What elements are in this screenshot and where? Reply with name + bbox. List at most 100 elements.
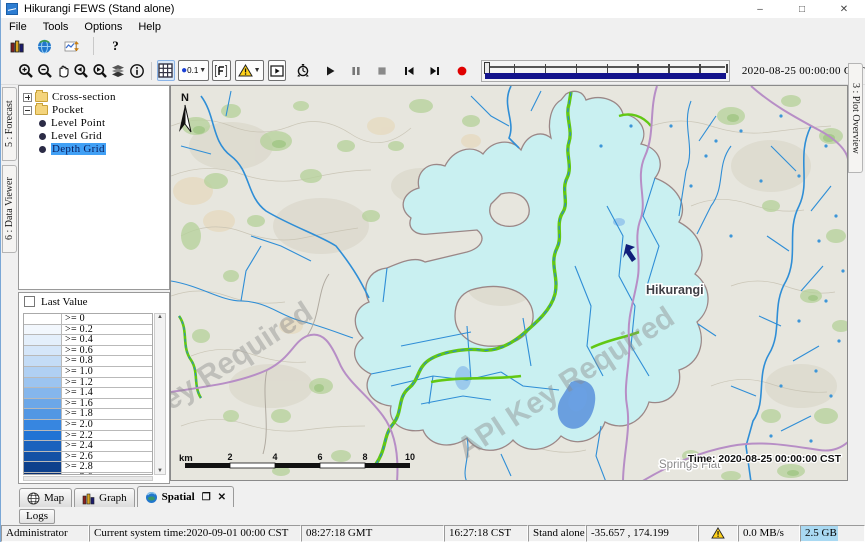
tab-data-viewer[interactable]: 6 : Data Viewer [2, 165, 17, 253]
legend-swatch [24, 335, 62, 345]
left-tab-strip: 5 : Forecast 6 : Data Viewer [1, 85, 18, 485]
maximize-button[interactable]: □ [781, 0, 823, 18]
warning-icon [711, 527, 725, 539]
title-bar: Hikurangi FEWS (Stand alone) – □ ✕ [1, 0, 865, 18]
label-hikurangi: Hikurangi [646, 283, 704, 297]
status-mode: Stand alone [528, 525, 586, 542]
status-warning-cell[interactable] [698, 525, 738, 542]
status-local-time: 16:27:18 CST [444, 525, 528, 542]
pause-icon[interactable] [347, 60, 365, 81]
tree-item-pocket[interactable]: Pocket [23, 104, 169, 116]
tab-spatial[interactable]: Spatial ❐ ✕ [137, 486, 234, 507]
animate-display-icon[interactable] [268, 60, 286, 81]
help-icon[interactable]: ? [105, 36, 126, 57]
legend-swatch [24, 325, 62, 335]
legend-swatch [24, 356, 62, 366]
legend-swatch [24, 409, 62, 419]
folder-icon [35, 92, 48, 102]
menu-file[interactable]: File [1, 20, 35, 34]
expand-icon[interactable] [23, 93, 32, 102]
folder-icon [35, 105, 48, 115]
grid-toggle-icon[interactable] [157, 60, 175, 81]
scalar-chart-icon[interactable] [61, 36, 82, 57]
layer-tree-panel: Cross-section Pocket Level Point Level G… [18, 85, 170, 290]
legend-scrollbar[interactable]: ▲▼ [154, 313, 166, 475]
close-button[interactable]: ✕ [823, 0, 865, 18]
legend-swatch [24, 452, 62, 462]
logs-button[interactable]: Logs [19, 509, 55, 524]
blue-globe-icon [145, 491, 158, 504]
map-toolbar: ●0.1▼ ▼ [1, 57, 865, 85]
animation-settings-icon[interactable] [294, 60, 312, 81]
legend-swatch [24, 399, 62, 409]
tree-item-level-grid[interactable]: Level Grid [23, 130, 169, 142]
app-icon [6, 3, 18, 15]
tab-plot-overview[interactable]: 3 : Plot Overview [848, 63, 863, 173]
window-title: Hikurangi FEWS (Stand alone) [24, 3, 174, 15]
tree-item-level-point[interactable]: Level Point [23, 117, 169, 129]
zoom-out-icon[interactable] [35, 60, 53, 81]
application-window: Hikurangi FEWS (Stand alone) – □ ✕ File … [0, 0, 865, 542]
svg-text:N: N [181, 92, 189, 104]
current-time-label: 2020-08-25 00:00:00 CST [742, 65, 865, 77]
status-download-rate: 0.0 MB/s [738, 525, 800, 542]
close-panel-icon[interactable]: ✕ [218, 492, 226, 503]
undock-panel-icon[interactable]: ❐ [202, 492, 211, 503]
step-end-icon[interactable] [426, 60, 444, 81]
status-system-time: Current system time:2020-09-01 00:00 CST [89, 525, 301, 542]
collapse-icon[interactable] [23, 106, 32, 115]
svg-text:8: 8 [362, 452, 367, 462]
info-icon[interactable] [127, 60, 145, 81]
threshold-dropdown[interactable]: ●0.1▼ [178, 60, 209, 81]
legend-swatch [24, 462, 62, 472]
svg-text:10: 10 [405, 452, 415, 462]
node-bullet-icon [39, 146, 46, 153]
menu-bar: File Tools Options Help [1, 18, 865, 35]
right-tab-strip: 3 : Plot Overview [848, 63, 865, 485]
time-slider-range-bar [485, 73, 726, 79]
menu-help[interactable]: Help [130, 20, 169, 34]
legend-swatch [24, 314, 62, 324]
menu-options[interactable]: Options [76, 20, 130, 34]
status-memory: 2.5 GB [800, 525, 865, 542]
status-user: Administrator [1, 525, 89, 542]
svg-text:4: 4 [272, 452, 277, 462]
legend-swatch [24, 473, 62, 475]
legend-swatch [24, 346, 62, 356]
node-bullet-icon [39, 133, 46, 140]
legend-swatch [24, 378, 62, 388]
tab-map[interactable]: Map [19, 488, 72, 507]
warning-dropdown[interactable]: ▼ [235, 60, 264, 81]
minimize-button[interactable]: – [739, 0, 781, 18]
zoom-in-icon[interactable] [17, 60, 35, 81]
tab-graph[interactable]: Graph [74, 488, 135, 507]
zoom-next-icon[interactable] [91, 60, 109, 81]
legend-table: >= 0 >= 0.2 >= 0.4 >= 0.6 >= 0.8 >= 1.0 … [23, 313, 153, 475]
tree-item-cross-section[interactable]: Cross-section [23, 91, 169, 103]
last-value-checkbox[interactable] [24, 296, 35, 307]
map-canvas[interactable]: API Key Required API Key Required Hikura… [170, 85, 848, 481]
main-toolbar: ? [1, 35, 865, 57]
record-icon[interactable] [452, 60, 470, 81]
svg-text:km: km [179, 453, 193, 464]
time-slider[interactable] [481, 60, 730, 82]
svg-text:6: 6 [317, 452, 322, 462]
legend-swatch [24, 388, 62, 398]
pan-hand-icon[interactable] [54, 60, 72, 81]
zoom-previous-icon[interactable] [72, 60, 90, 81]
menu-tools[interactable]: Tools [35, 20, 77, 34]
flags-icon[interactable] [212, 60, 230, 81]
tab-forecast[interactable]: 5 : Forecast [2, 87, 17, 161]
bottom-tab-bar: Map Graph Spatial ❐ ✕ [1, 485, 865, 507]
globe-icon[interactable] [34, 36, 55, 57]
tree-item-depth-grid[interactable]: Depth Grid [23, 143, 169, 155]
step-start-icon[interactable] [400, 60, 418, 81]
stop-icon[interactable] [373, 60, 391, 81]
bar-chart-icon [82, 492, 95, 505]
layers-icon[interactable] [109, 60, 127, 81]
database-icon[interactable] [7, 36, 28, 57]
legend-hscrollbar[interactable] [23, 476, 153, 481]
status-bar: Administrator Current system time:2020-0… [1, 525, 865, 542]
play-icon[interactable] [320, 60, 338, 81]
legend-swatch [24, 420, 62, 430]
